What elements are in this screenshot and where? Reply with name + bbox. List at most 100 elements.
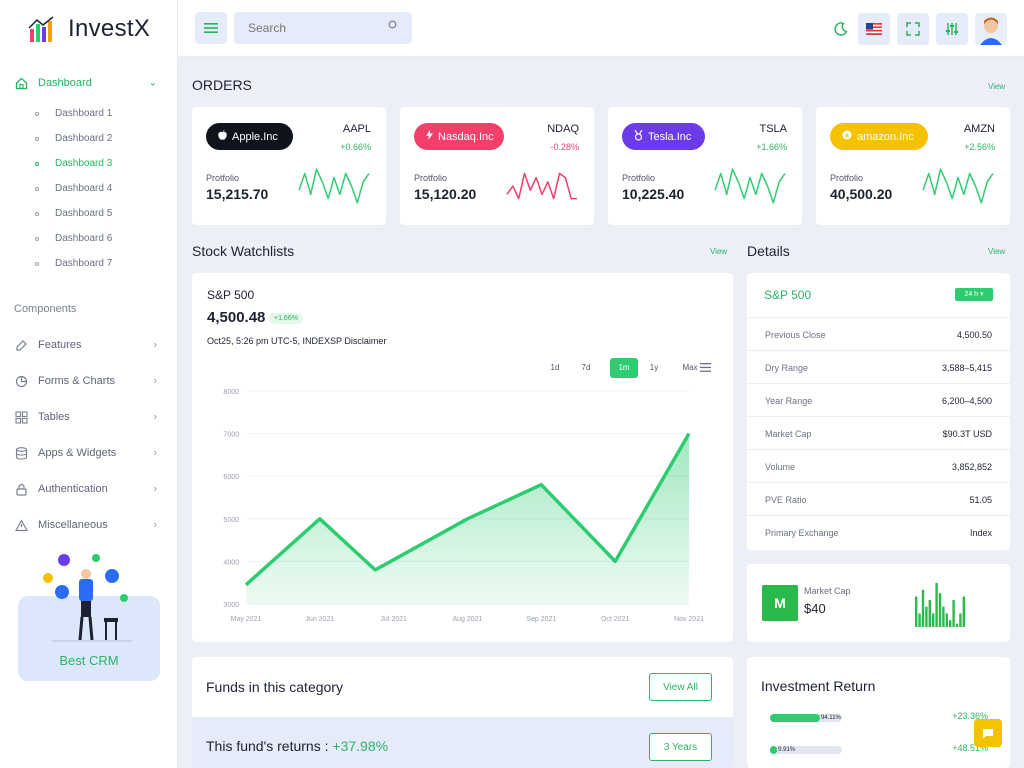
- stock-name-pill[interactable]: Tesla.Inc: [622, 123, 705, 150]
- language-button[interactable]: [858, 13, 890, 45]
- market-cap-bar: [962, 596, 965, 627]
- nav-item[interactable]: Forms & Charts ›: [0, 363, 177, 399]
- x-tick-label: Sep 2021: [526, 616, 556, 623]
- funds-title: Funds in this category: [206, 679, 343, 695]
- nav-sub-item-label: Dashboard 3: [55, 158, 113, 169]
- market-cap-bar: [942, 606, 945, 627]
- stock-card[interactable]: Apple.Inc AAPL +0.66% Protfolio 15,215.70: [192, 107, 386, 225]
- market-cap-bar: [921, 589, 925, 627]
- stock-name: amazon.Inc: [857, 130, 914, 143]
- user-avatar-icon: [980, 17, 1002, 45]
- detail-row: PVE Ratio 51.05: [747, 483, 1010, 516]
- edit-icon: [14, 338, 28, 352]
- svg-text:a: a: [845, 133, 849, 140]
- details-view-link[interactable]: View: [988, 247, 1005, 256]
- nav-sub-item[interactable]: Dashboard 4: [0, 176, 177, 201]
- stock-ticker: AMZN: [963, 123, 995, 135]
- nav-item[interactable]: Tables ›: [0, 399, 177, 435]
- stock-card[interactable]: Tesla.Inc TSLA +1.66% Protfolio 10,225.40: [608, 107, 802, 225]
- chart-menu-icon[interactable]: [700, 363, 711, 372]
- y-tick-label: 5000: [223, 517, 239, 524]
- x-tick-label: Jun 2021: [305, 616, 334, 623]
- watchlist-view-link[interactable]: View: [710, 247, 727, 256]
- view-all-button[interactable]: View All: [649, 673, 712, 701]
- sparkline: [298, 168, 370, 204]
- market-cap-label: Market Cap: [804, 586, 851, 596]
- nav-sub-item[interactable]: Dashboard 2: [0, 126, 177, 151]
- fullscreen-icon: [906, 22, 920, 36]
- period-dropdown[interactable]: 24 h ▾: [955, 288, 993, 301]
- details-index-name: S&P 500: [764, 288, 812, 302]
- market-cap-bar: [938, 593, 942, 627]
- bullet-icon: [35, 186, 39, 191]
- detail-value: 51.05: [969, 495, 992, 505]
- stock-name-pill[interactable]: Nasdaq.Inc: [414, 123, 504, 150]
- menu-toggle-button[interactable]: [195, 12, 227, 44]
- range-button-1d[interactable]: 1d: [545, 358, 565, 378]
- stock-name-pill[interactable]: Apple.Inc: [206, 123, 293, 150]
- topbar: [178, 0, 1024, 57]
- return-bar-label: 94.11%: [820, 715, 841, 721]
- bullet-icon: [35, 161, 39, 166]
- orders-title: ORDERS: [192, 77, 252, 93]
- nav-sub-item[interactable]: Dashboard 5: [0, 201, 177, 226]
- detail-label: Previous Close: [765, 330, 826, 340]
- nav-sub-item[interactable]: Dashboard 1: [0, 101, 177, 126]
- stock-name-pill[interactable]: a amazon.Inc: [830, 123, 928, 150]
- amazon-icon: a: [842, 130, 852, 143]
- avatar[interactable]: [975, 13, 1007, 45]
- range-button-1y[interactable]: 1y: [644, 358, 664, 378]
- return-progress-fill: [770, 746, 778, 754]
- nav-dashboard-label: Dashboard: [38, 77, 92, 89]
- search-icon[interactable]: [388, 20, 398, 30]
- detail-value: 3,852,852: [951, 462, 992, 472]
- sparkline-path: [506, 172, 577, 200]
- sliders-icon: [946, 23, 958, 35]
- orders-view-link[interactable]: View: [988, 82, 1005, 91]
- settings-button[interactable]: [936, 13, 968, 45]
- market-cap-bar: [949, 620, 952, 627]
- nav-item[interactable]: Apps & Widgets ›: [0, 435, 177, 471]
- market-cap-bar: [945, 613, 948, 627]
- detail-label: Dry Range: [765, 363, 809, 373]
- market-cap-bar: [935, 583, 938, 627]
- detail-value: $90.3T USD: [942, 429, 992, 439]
- funds-card: Funds in this category View All This fun…: [192, 657, 733, 768]
- search-input[interactable]: [234, 12, 412, 44]
- portfolio-value: 15,120.20: [414, 186, 477, 202]
- promo-card[interactable]: Best CRM: [18, 540, 160, 681]
- theme-toggle-button[interactable]: [825, 13, 857, 45]
- stock-card[interactable]: a amazon.Inc AMZN +2.56% Protfolio 40,500.20: [816, 107, 1010, 225]
- stock-card[interactable]: Nasdaq.Inc NDAQ -0.28% Protfolio 15,120.20: [400, 107, 594, 225]
- nav-sub-item[interactable]: Dashboard 7: [0, 251, 177, 276]
- investment-return-card: Investment Return 94.11% +23.36% 9.91% +48.…: [747, 657, 1010, 768]
- stock-ticker: AAPL: [342, 123, 371, 135]
- bullet-icon: [35, 111, 39, 116]
- us-flag-icon: [866, 23, 882, 35]
- logo[interactable]: InvestX: [0, 0, 177, 57]
- nav-sub-item-label: Dashboard 7: [55, 258, 113, 269]
- fullscreen-button[interactable]: [897, 13, 929, 45]
- nav-item[interactable]: Features ›: [0, 327, 177, 363]
- x-tick-label: Oct 2021: [601, 616, 630, 623]
- sparkline-path: [714, 168, 786, 204]
- nav-sub-item[interactable]: Dashboard 6: [0, 226, 177, 251]
- apple-icon: [218, 130, 227, 143]
- chevron-right-icon: ›: [153, 483, 157, 495]
- market-cap-bar: [932, 613, 935, 627]
- detail-row: Previous Close 4,500.50: [747, 318, 1010, 351]
- chat-button[interactable]: [974, 719, 1002, 747]
- nav-item[interactable]: Miscellaneous ›: [0, 507, 177, 543]
- period-button[interactable]: 3 Years: [649, 733, 712, 761]
- detail-label: Year Range: [765, 396, 813, 406]
- range-button-7d[interactable]: 7d: [575, 358, 597, 378]
- nav-sub-item[interactable]: Dashboard 3: [0, 151, 177, 176]
- range-button-1m[interactable]: 1m: [610, 358, 638, 378]
- portfolio-value: 10,225.40: [622, 186, 685, 202]
- stock-change: +1.66%: [756, 142, 787, 152]
- nav-item[interactable]: Authentication ›: [0, 471, 177, 507]
- bullet-icon: [35, 211, 39, 216]
- nav-dashboard[interactable]: Dashboard ⌄: [0, 65, 177, 101]
- chevron-right-icon: ›: [153, 375, 157, 387]
- app-name: InvestX: [68, 14, 151, 42]
